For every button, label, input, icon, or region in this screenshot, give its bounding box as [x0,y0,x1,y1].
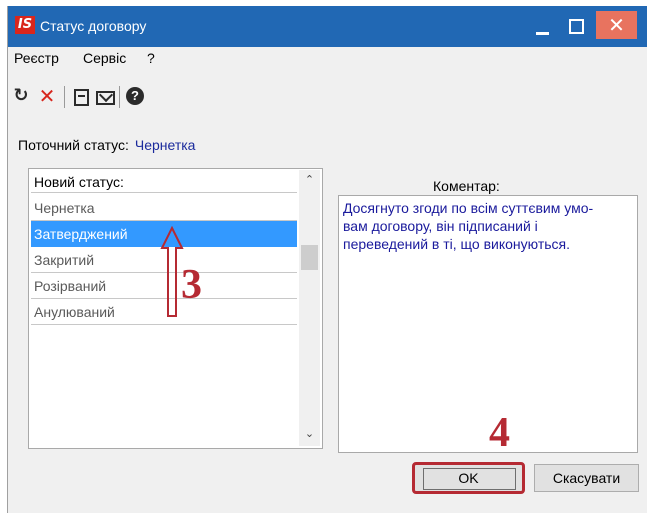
delete-icon: ✕ [38,84,56,108]
document-button[interactable] [68,82,94,110]
comment-label: Коментар: [433,178,500,194]
mail-button[interactable] [92,82,118,110]
toolbar-separator [119,86,120,108]
document-icon [74,89,89,106]
comment-line: переведений в ті, що виконуються. [343,236,571,252]
delete-button[interactable]: ✕ [34,82,60,110]
scroll-down-arrow-icon[interactable]: ⌄ [299,424,320,444]
close-icon: ✕ [608,13,625,37]
ok-button[interactable]: OK [412,462,525,494]
scroll-up-arrow-icon[interactable]: ⌃ [299,170,320,190]
comment-line: вам договору, він підписаний і [343,218,538,234]
maximize-icon [569,19,584,34]
current-status-label: Поточний статус: [18,137,129,153]
list-scrollbar[interactable]: ⌃ ⌄ [299,170,320,446]
app-logo-icon: IS [15,16,35,34]
menu-service[interactable]: Сервіс [83,50,126,66]
list-item-draft[interactable]: Чернетка [31,195,297,221]
refresh-icon: ↻ [13,85,29,106]
current-status: Поточний статус: Чернетка [18,137,195,153]
menu-registry[interactable]: Реєстр [14,50,59,66]
mail-icon [96,91,115,105]
help-button[interactable]: ? [123,82,149,110]
minimize-button[interactable] [526,14,558,40]
maximize-button[interactable] [560,14,592,40]
step-4-marker: 4 [489,410,510,456]
refresh-button[interactable]: ↻ [8,82,34,110]
status-dialog: IS Статус договору ✕ Реєстр Сервіс ? ↻ ✕… [7,6,647,513]
step-3-marker: 3 [181,262,202,308]
minimize-icon [536,32,549,35]
help-icon: ? [126,87,144,105]
ok-focus-rect [423,468,516,490]
window-title: Статус договору [40,18,147,34]
toolbar-separator [64,86,65,108]
title-bar: IS Статус договору ✕ [8,6,647,47]
current-status-value: Чернетка [134,137,196,153]
menu-help[interactable]: ? [147,50,155,66]
close-button[interactable]: ✕ [596,11,637,39]
comment-textarea[interactable]: Досягнуто згоди по всім суттєвим умо- ва… [338,195,638,453]
list-header: Новий статус: [31,171,297,193]
cancel-button[interactable]: Скасувати [534,464,639,492]
comment-line: Досягнуто згоди по всім суттєвим умо- [343,200,594,216]
scroll-thumb[interactable] [301,245,318,270]
